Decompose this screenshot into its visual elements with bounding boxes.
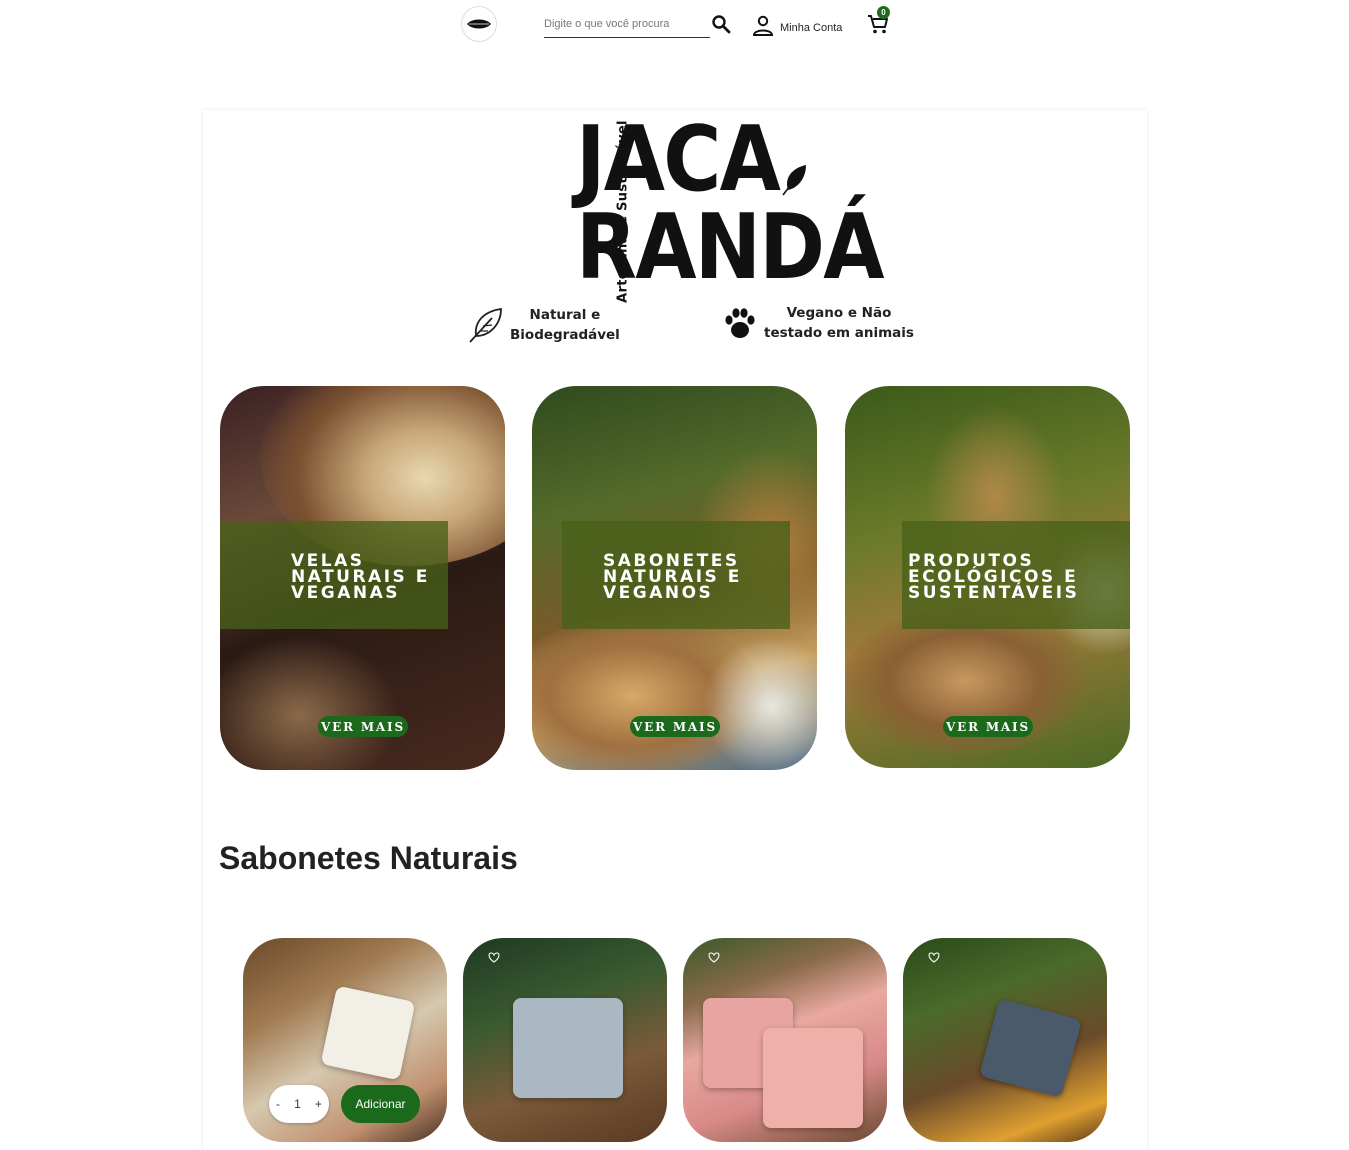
ver-mais-button[interactable]: VER MAIS <box>318 716 408 737</box>
category-title: VELAS NATURAIS E VEGANAS <box>291 551 430 603</box>
cart-count-badge: 0 <box>877 6 890 19</box>
header: Minha Conta 0 <box>0 0 1349 56</box>
ver-mais-button[interactable]: VER MAIS <box>943 716 1033 737</box>
leaf-logo-icon <box>467 19 491 29</box>
search-icon <box>712 15 731 34</box>
paw-icon <box>725 308 755 338</box>
book-image <box>702 636 817 770</box>
feature-vegan: Vegano e Não testado em animais <box>722 303 914 343</box>
section-title: Sabonetes Naturais <box>219 840 518 876</box>
search-button[interactable] <box>710 13 732 35</box>
brand-logo: Artesanal e Sustentável JACA RANDÁ <box>550 107 885 303</box>
brand-name-line1: JACA <box>576 107 781 212</box>
soap-image <box>763 1028 863 1128</box>
search-input[interactable] <box>544 12 710 36</box>
category-card-sabonetes[interactable]: SABONETES NATURAIS E VEGANOS VER MAIS <box>532 386 817 770</box>
feature-natural-line2: Biodegradável <box>510 327 620 343</box>
category-card-produtos[interactable]: PRODUTOS ECOLÓGICOS E SUSTENTÁVEIS VER M… <box>845 386 1130 768</box>
soap-image <box>320 985 416 1081</box>
feature-vegan-line2: testado em animais <box>764 325 914 341</box>
qty-minus-button[interactable]: - <box>276 1097 280 1111</box>
brand-name-line2: RANDÁ <box>576 195 885 300</box>
feature-natural-line1: Natural e <box>529 307 601 323</box>
category-card-velas[interactable]: VELAS NATURAIS E VEGANAS VER MAIS <box>220 386 505 770</box>
search-bar <box>544 12 710 38</box>
feature-vegan-line1: Vegano e Não <box>786 305 892 321</box>
box-image <box>220 636 400 770</box>
soap-image <box>979 998 1082 1098</box>
qty-plus-button[interactable]: + <box>315 1097 322 1111</box>
leaf-icon <box>469 307 502 343</box>
heart-icon[interactable] <box>487 950 501 964</box>
brand-leaf-icon <box>782 165 806 196</box>
category-title: SABONETES NATURAIS E VEGANOS <box>603 551 742 603</box>
product-card[interactable] <box>463 938 667 1142</box>
heart-icon[interactable] <box>927 950 941 964</box>
quantity-stepper: - 1 + <box>269 1085 329 1123</box>
qty-value[interactable]: 1 <box>294 1097 301 1111</box>
account-link[interactable]: Minha Conta <box>752 12 842 36</box>
site-logo[interactable] <box>461 6 497 42</box>
product-card[interactable] <box>683 938 887 1142</box>
soap-image <box>513 998 623 1098</box>
user-icon <box>752 15 774 36</box>
account-label: Minha Conta <box>780 22 843 34</box>
add-to-cart-button[interactable]: Adicionar <box>341 1085 420 1123</box>
product-card[interactable] <box>903 938 1107 1142</box>
category-title: PRODUTOS ECOLÓGICOS E SUSTENTÁVEIS <box>908 551 1080 603</box>
feature-natural: Natural e Biodegradável <box>468 305 620 345</box>
ver-mais-button[interactable]: VER MAIS <box>630 716 720 737</box>
heart-icon[interactable] <box>707 950 721 964</box>
